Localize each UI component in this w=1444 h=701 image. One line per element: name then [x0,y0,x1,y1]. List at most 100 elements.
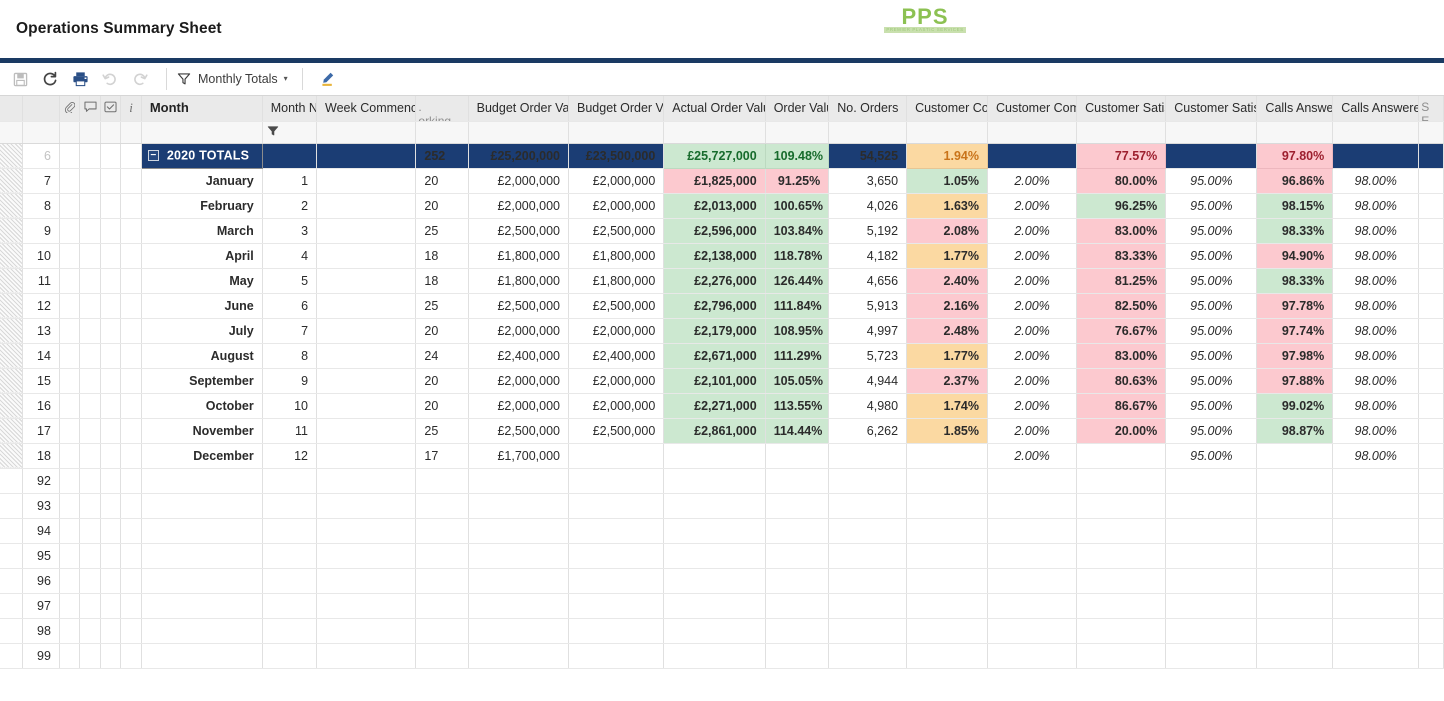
cell-actual-order-value[interactable]: £2,796,000 [664,293,765,318]
cell-order-value-pct[interactable]: 118.78% [765,243,829,268]
cell-order-value-pct[interactable]: 111.84% [765,293,829,318]
cell-calls-answered-pct[interactable]: 97.78% [1257,293,1333,318]
cell-empty[interactable] [416,643,468,668]
cell-customer-complaints-pct[interactable] [907,443,988,468]
cell-order-value-pct[interactable]: 108.95% [765,318,829,343]
info-column-header[interactable]: i [121,96,141,121]
row-handle[interactable] [0,318,23,343]
filter-cell-noorders[interactable] [829,121,907,143]
cell-empty[interactable] [907,518,988,543]
cell-order-value-pct[interactable]: 103.84% [765,218,829,243]
view-filter-dropdown[interactable]: Monthly Totals ▾ [177,66,292,92]
cell-task[interactable] [100,268,120,293]
cell-month[interactable]: May [141,268,262,293]
cell-week-commencing[interactable] [317,218,416,243]
cell-empty[interactable] [468,643,568,668]
cell-empty[interactable] [1257,493,1333,518]
cell-empty[interactable] [829,643,907,668]
cell-empty[interactable] [907,593,988,618]
cell-empty[interactable] [569,643,664,668]
cell-info[interactable] [121,168,141,193]
totals-info-cell[interactable] [121,143,141,168]
table-row-empty[interactable]: 99 [0,643,1444,668]
cell-working-days[interactable]: 24 [416,343,468,368]
cell-budget-order-value[interactable]: £2,500,000 [468,218,568,243]
cell-comment[interactable] [80,243,100,268]
cell-customer-satisfaction-target-pct[interactable]: 95.00% [1166,193,1257,218]
cell-empty[interactable] [121,543,141,568]
cell-empty[interactable] [80,568,100,593]
cell-empty[interactable] [468,543,568,568]
cell-empty[interactable] [80,468,100,493]
cell-info[interactable] [121,318,141,343]
cell-empty[interactable] [1077,493,1166,518]
cell-attachment[interactable] [59,168,79,193]
row-handle[interactable] [0,493,23,518]
cell-customer-complaints-target-pct[interactable]: 2.00% [988,168,1077,193]
totals-comment-cell[interactable] [80,143,100,168]
cell-actual-order-value[interactable]: £2,013,000 [664,193,765,218]
cell-month[interactable]: March [141,218,262,243]
print-button[interactable] [66,66,94,92]
cell-comment[interactable] [80,343,100,368]
cell-empty[interactable] [1333,568,1419,593]
cell-budget-order-value[interactable]: £1,700,000 [468,443,568,468]
cell-month[interactable]: April [141,243,262,268]
cell-empty[interactable] [262,543,316,568]
cell-calls-answered-pct[interactable]: 98.15% [1257,193,1333,218]
row-handle[interactable] [0,593,23,618]
cell-empty[interactable] [1333,543,1419,568]
table-row[interactable]: 9March325£2,500,000£2,500,000£2,596,0001… [0,218,1444,243]
cell-empty[interactable] [765,593,829,618]
cell-calls-answered-target-pct[interactable]: 98.00% [1333,218,1419,243]
cell-empty[interactable] [988,468,1077,493]
cell-no-orders[interactable]: 5,723 [829,343,907,368]
filter-cell-last[interactable] [1419,121,1444,143]
cell-empty[interactable] [765,568,829,593]
cell-order-value-pct[interactable]: 105.05% [765,368,829,393]
cell-month[interactable]: July [141,318,262,343]
cell-working-days[interactable]: 25 [416,218,468,243]
cell-actual-order-value[interactable]: £2,276,000 [664,268,765,293]
save-button[interactable] [6,66,34,92]
cell-empty[interactable] [141,643,262,668]
row-handle[interactable] [0,618,23,643]
cell-budget-order-value[interactable]: £2,000,000 [468,393,568,418]
row-handle[interactable] [0,168,23,193]
table-row-empty[interactable]: 95 [0,543,1444,568]
cell-month-no[interactable]: 9 [262,368,316,393]
cell-empty[interactable] [468,568,568,593]
cell-calls-answered-pct[interactable] [1257,443,1333,468]
cell-attachment[interactable] [59,243,79,268]
cell-budget-order-value[interactable]: £2,500,000 [468,418,568,443]
row-handle[interactable] [0,518,23,543]
cell-empty[interactable] [59,618,79,643]
cell-month-no[interactable]: 4 [262,243,316,268]
cell-empty[interactable] [262,568,316,593]
cell-empty[interactable] [664,493,765,518]
cell-empty[interactable] [988,593,1077,618]
cell-empty[interactable] [664,518,765,543]
cell-empty[interactable] [1257,618,1333,643]
cell-empty[interactable] [262,593,316,618]
cell-customer-satisfaction-pct[interactable]: 86.67% [1077,393,1166,418]
cell-empty[interactable] [121,568,141,593]
cell-customer-satisfaction-target-pct[interactable]: 95.00% [1166,168,1257,193]
column-header-customer-complaints-pct[interactable]: Customer Complaints % [907,96,988,121]
table-row[interactable]: 11May518£1,800,000£1,800,000£2,276,00012… [0,268,1444,293]
cell-budget-order-value-ytd[interactable]: £2,500,000 [569,293,664,318]
cell-no-orders[interactable]: 5,913 [829,293,907,318]
cell-empty[interactable] [988,493,1077,518]
cell-customer-complaints-pct[interactable]: 1.85% [907,418,988,443]
cell-month[interactable]: August [141,343,262,368]
cell-empty[interactable] [80,643,100,668]
filter-cell-attachment[interactable] [59,121,79,143]
cell-month-no[interactable]: 3 [262,218,316,243]
cell-empty[interactable] [907,493,988,518]
cell-month-no[interactable]: 5 [262,268,316,293]
cell-empty[interactable] [1166,518,1257,543]
cell-empty[interactable] [1419,493,1444,518]
cell-comment[interactable] [80,193,100,218]
cell-comment[interactable] [80,318,100,343]
cell-customer-complaints-pct[interactable]: 1.74% [907,393,988,418]
